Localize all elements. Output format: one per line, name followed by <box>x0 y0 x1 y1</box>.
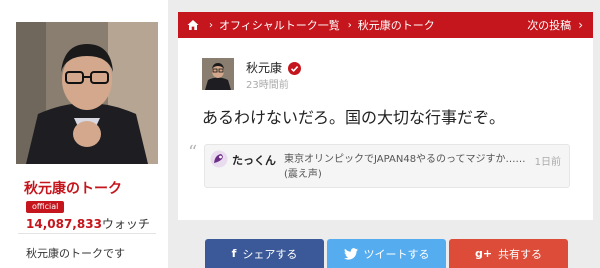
profile-photo-image <box>16 22 158 164</box>
next-post-label: 次の投稿 <box>527 19 572 32</box>
facebook-share-button[interactable]: f シェアする <box>205 239 324 268</box>
post-author[interactable]: 秋元康 <box>246 59 282 76</box>
breadcrumb-official-talk-list[interactable]: オフィシャルトーク一覧 <box>219 17 340 33</box>
quoted-reply[interactable]: たっくん 東京オリンピックでJAPAN48やるのってマジすか……(震え声) 1日… <box>204 144 570 188</box>
breadcrumb-separator: › <box>209 19 213 31</box>
facebook-share-label: シェアする <box>242 247 298 261</box>
reply-username[interactable]: たっくん <box>232 152 276 168</box>
avatar[interactable] <box>202 58 234 90</box>
profile-description: 秋元康のトークです <box>26 247 125 260</box>
watch-count: 14,087,833 <box>26 217 102 231</box>
watch-count-row: 14,087,833ウォッチ <box>26 213 150 232</box>
verified-icon <box>288 60 301 75</box>
googleplus-icon: g+ <box>474 247 493 260</box>
reply-text: 東京オリンピックでJAPAN48やるのってマジすか……(震え声) <box>284 154 526 180</box>
profile-divider <box>18 233 156 234</box>
profile-name[interactable]: 秋元康のトーク <box>24 178 122 198</box>
reply-timestamp: 1日前 <box>534 157 561 168</box>
quote-icon: “ <box>188 142 198 163</box>
twitter-share-button[interactable]: ツイートする <box>327 239 446 268</box>
next-post-link[interactable]: 次の投稿 › <box>527 17 583 33</box>
facebook-icon: f <box>231 247 237 260</box>
googleplus-share-label: 共有する <box>498 247 543 261</box>
breadcrumb: › オフィシャルトーク一覧 › 秋元康のトーク 次の投稿 › <box>178 12 593 38</box>
profile-photo[interactable] <box>16 22 158 164</box>
twitter-bird-icon <box>343 247 358 260</box>
official-badge: official <box>26 201 65 213</box>
avatar-image <box>202 58 234 90</box>
profile-card: 秋元康のトーク official 14,087,833ウォッチ 秋元康のトークで… <box>0 0 168 268</box>
post-body: あるわけないだろ。国の大切な行事だぞ。 <box>202 108 506 127</box>
reply-avatar-icon <box>210 150 228 168</box>
post-timestamp: 23時間前 <box>246 80 289 91</box>
home-icon[interactable] <box>187 18 201 32</box>
twitter-share-label: ツイートする <box>363 247 430 261</box>
post-card: 秋元康 23時間前 あるわけないだろ。国の大切な行事だぞ。 “ たっくん 東京オ… <box>178 38 593 220</box>
chevron-right-icon: › <box>578 18 583 32</box>
watch-unit: ウォッチ <box>101 217 150 231</box>
breadcrumb-separator: › <box>347 19 352 31</box>
googleplus-share-button[interactable]: g+ 共有する <box>449 239 568 268</box>
breadcrumb-current-talk[interactable]: 秋元康のトーク <box>358 17 435 33</box>
